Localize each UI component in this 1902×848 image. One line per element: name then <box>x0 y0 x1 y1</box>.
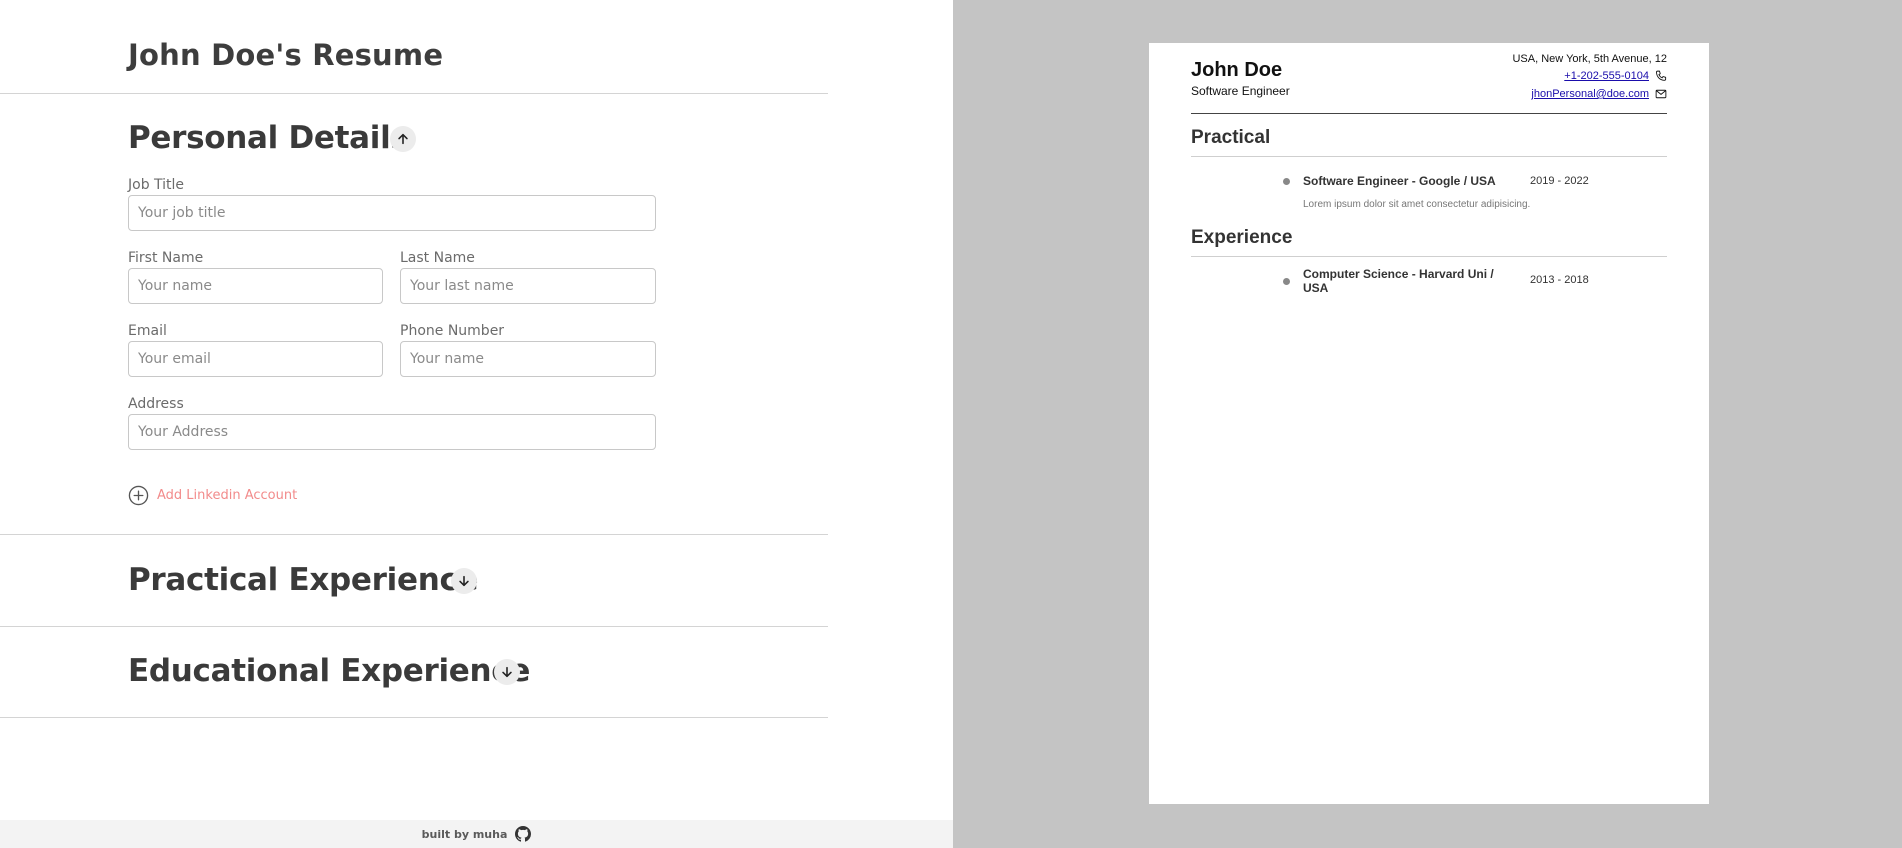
personal-details-heading: Personal Details <box>128 120 409 156</box>
add-linkedin-label: Add Linkedin Account <box>157 488 298 503</box>
job-title-label: Job Title <box>128 177 185 193</box>
preview-item-description: Lorem ipsum dolor sit amet consectetur a… <box>1303 199 1531 210</box>
last-name-label: Last Name <box>400 250 475 266</box>
footer: built by muha <box>0 820 953 848</box>
preview-item-dates: 2019 - 2022 <box>1530 175 1589 187</box>
preview-item-title: Computer Science - Harvard Uni / USA <box>1303 267 1494 295</box>
last-name-input[interactable] <box>400 268 656 304</box>
arrow-down-icon <box>459 575 469 587</box>
preview-address: USA, New York, 5th Avenue, 12 <box>1512 53 1667 65</box>
collapse-personal-details-button[interactable] <box>390 126 416 152</box>
preview-email-link[interactable]: jhonPersonal@doe.com <box>1531 88 1649 100</box>
arrow-up-icon <box>398 133 408 145</box>
preview-header-rule <box>1191 113 1667 114</box>
divider <box>0 93 828 94</box>
bullet-dot <box>1283 178 1290 185</box>
phone-icon <box>1656 70 1667 81</box>
app-title: John Doe's Resume <box>128 38 444 72</box>
divider <box>0 626 828 627</box>
plus-circle-icon <box>128 485 149 506</box>
expand-practical-experience-button[interactable] <box>451 568 477 594</box>
phone-number-label: Phone Number <box>400 323 505 339</box>
resume-editor-panel: John Doe's Resume Personal Details Job T… <box>0 0 953 848</box>
preview-name: John Doe <box>1191 59 1283 81</box>
first-name-input[interactable] <box>128 268 383 304</box>
first-name-label: First Name <box>128 250 204 266</box>
phone-number-input[interactable] <box>400 341 656 377</box>
github-icon[interactable] <box>515 826 532 842</box>
preview-section-heading: Experience <box>1191 227 1293 248</box>
arrow-down-icon <box>502 666 512 678</box>
divider <box>0 717 828 718</box>
preview-address-text: USA, New York, 5th Avenue, 12 <box>1512 53 1667 65</box>
job-title-input[interactable] <box>128 195 656 231</box>
email-input[interactable] <box>128 341 383 377</box>
footer-credit: built by muha <box>421 827 508 841</box>
preview-section-heading: Practical <box>1191 127 1271 148</box>
educational-experience-heading: Educational Experience <box>128 653 531 689</box>
preview-item-title: Software Engineer - Google / USA <box>1303 174 1496 188</box>
divider <box>0 534 828 535</box>
preview-job-title: Software Engineer <box>1191 84 1290 98</box>
mail-icon <box>1655 89 1667 99</box>
preview-phone-link[interactable]: +1-202-555-0104 <box>1564 70 1649 82</box>
preview-item-dates: 2013 - 2018 <box>1530 274 1589 286</box>
email-label: Email <box>128 323 167 339</box>
preview-phone: +1-202-555-0104 <box>1564 70 1667 82</box>
bullet-dot <box>1283 278 1290 285</box>
practical-experience-heading: Practical Experience <box>128 562 479 598</box>
preview-email: jhonPersonal@doe.com <box>1531 88 1667 100</box>
preview-section-rule <box>1191 156 1667 157</box>
expand-educational-experience-button[interactable] <box>494 659 520 685</box>
address-input[interactable] <box>128 414 656 450</box>
preview-section-rule <box>1191 256 1667 257</box>
resume-preview-page: John Doe Software Engineer USA, New York… <box>1149 43 1709 804</box>
address-label: Address <box>128 396 184 412</box>
add-linkedin-button[interactable]: Add Linkedin Account <box>128 485 297 506</box>
